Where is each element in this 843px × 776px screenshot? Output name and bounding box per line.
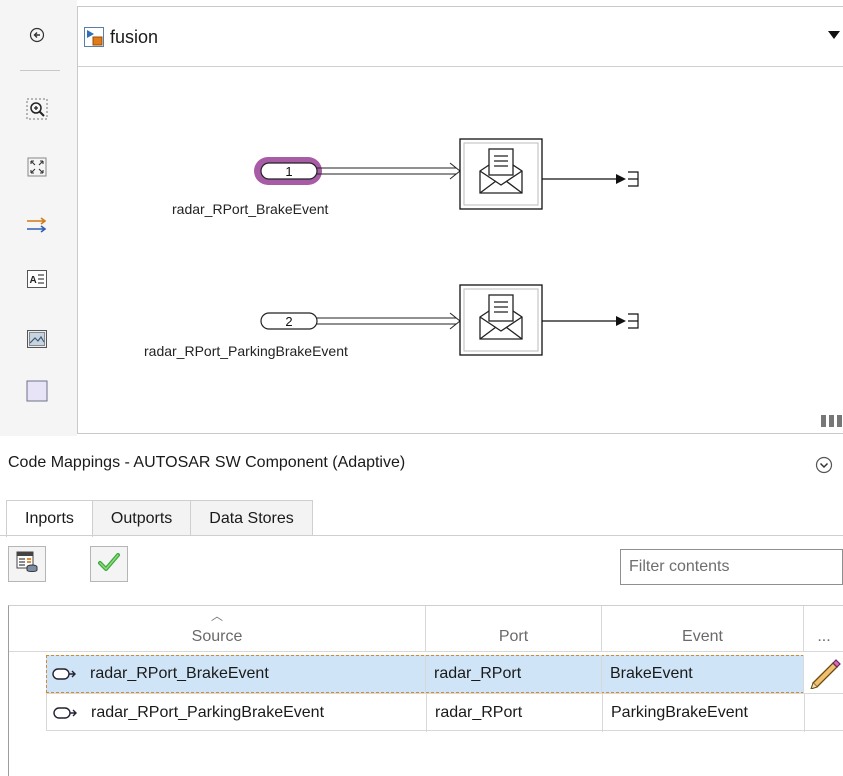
table-row[interactable]: radar_RPort_BrakeEvent radar_RPort Brake… xyxy=(46,655,843,693)
column-header-port[interactable]: Port xyxy=(425,606,601,652)
image-icon[interactable] xyxy=(24,326,50,352)
port-cell[interactable]: radar_RPort xyxy=(425,655,601,693)
inport-row-icon xyxy=(52,655,76,693)
area-box-icon[interactable] xyxy=(24,378,50,404)
signal-label-1[interactable]: radar_RPort_BrakeEvent xyxy=(172,201,328,217)
edit-cell-empty[interactable] xyxy=(804,694,843,732)
annotation-icon[interactable]: A xyxy=(24,266,50,292)
signal-label-2[interactable]: radar_RPort_ParkingBrakeEvent xyxy=(144,343,348,359)
inports-mapping-table: ︿ Source Port Event ... radar_RPort_Brak… xyxy=(8,605,843,776)
diagram-palette: A xyxy=(0,0,77,436)
port-cell[interactable]: radar_RPort xyxy=(426,694,602,732)
configure-mapping-button[interactable] xyxy=(8,546,46,582)
zoom-in-icon[interactable] xyxy=(24,96,50,122)
checkmark-icon xyxy=(97,552,121,576)
filter-contents-input[interactable] xyxy=(620,549,843,585)
inport-row-icon xyxy=(53,694,77,732)
column-header-source[interactable]: ︿ Source xyxy=(9,606,425,652)
column-header-more[interactable]: ... xyxy=(803,606,843,652)
block-diagram: 1 2 xyxy=(254,138,639,356)
code-mappings-tabs: Inports Outports Data Stores xyxy=(6,500,313,537)
palette-divider xyxy=(20,70,60,71)
model-name[interactable]: fusion xyxy=(110,27,158,48)
signal-line-icon[interactable] xyxy=(24,212,50,238)
model-breadcrumb[interactable]: fusion xyxy=(78,7,843,67)
inport-block-2[interactable]: 2 xyxy=(260,312,318,330)
column-header-event[interactable]: Event xyxy=(601,606,803,652)
validate-button[interactable] xyxy=(90,546,128,582)
source-cell[interactable]: radar_RPort_BrakeEvent xyxy=(90,655,269,693)
resize-grip-icon[interactable] xyxy=(821,412,843,431)
tab-inports[interactable]: Inports xyxy=(6,500,93,537)
tab-outports[interactable]: Outports xyxy=(91,500,192,536)
collapse-panel-icon[interactable] xyxy=(815,456,833,478)
inport-block-1[interactable]: 1 xyxy=(254,157,322,185)
source-header-label: Source xyxy=(191,628,243,645)
tab-data-stores[interactable]: Data Stores xyxy=(190,500,313,536)
inport-number-1: 1 xyxy=(285,164,292,179)
sort-ascending-icon: ︿ xyxy=(210,609,224,623)
inport-number-2: 2 xyxy=(285,314,292,329)
table-properties-icon xyxy=(16,551,38,577)
table-header: ︿ Source Port Event ... xyxy=(9,606,843,652)
message-receive-block-2[interactable] xyxy=(459,284,543,356)
signal-line-2[interactable] xyxy=(317,312,461,330)
code-mappings-title: Code Mappings - AUTOSAR SW Component (Ad… xyxy=(8,454,406,471)
source-cell[interactable]: radar_RPort_ParkingBrakeEvent xyxy=(91,694,324,732)
fit-to-view-icon[interactable] xyxy=(24,154,50,180)
outport-terminator-1 xyxy=(542,171,639,187)
back-arrow-icon[interactable] xyxy=(24,22,50,48)
chevron-down-icon[interactable] xyxy=(828,31,840,39)
message-receive-block-1[interactable] xyxy=(459,138,543,210)
tab-divider xyxy=(0,535,843,536)
outport-terminator-2 xyxy=(542,313,639,329)
svg-text:A: A xyxy=(30,275,37,286)
pencil-icon xyxy=(807,655,841,694)
signal-line-1[interactable] xyxy=(317,162,461,180)
edit-button[interactable] xyxy=(803,655,843,693)
event-cell[interactable]: ParkingBrakeEvent xyxy=(602,694,804,732)
model-icon xyxy=(84,27,104,51)
model-canvas[interactable]: fusion 1 2 radar_RPort_BrakeEvent radar_… xyxy=(77,6,843,434)
table-row[interactable]: radar_RPort_ParkingBrakeEvent radar_RPor… xyxy=(46,693,843,732)
event-cell[interactable]: BrakeEvent xyxy=(601,655,803,693)
